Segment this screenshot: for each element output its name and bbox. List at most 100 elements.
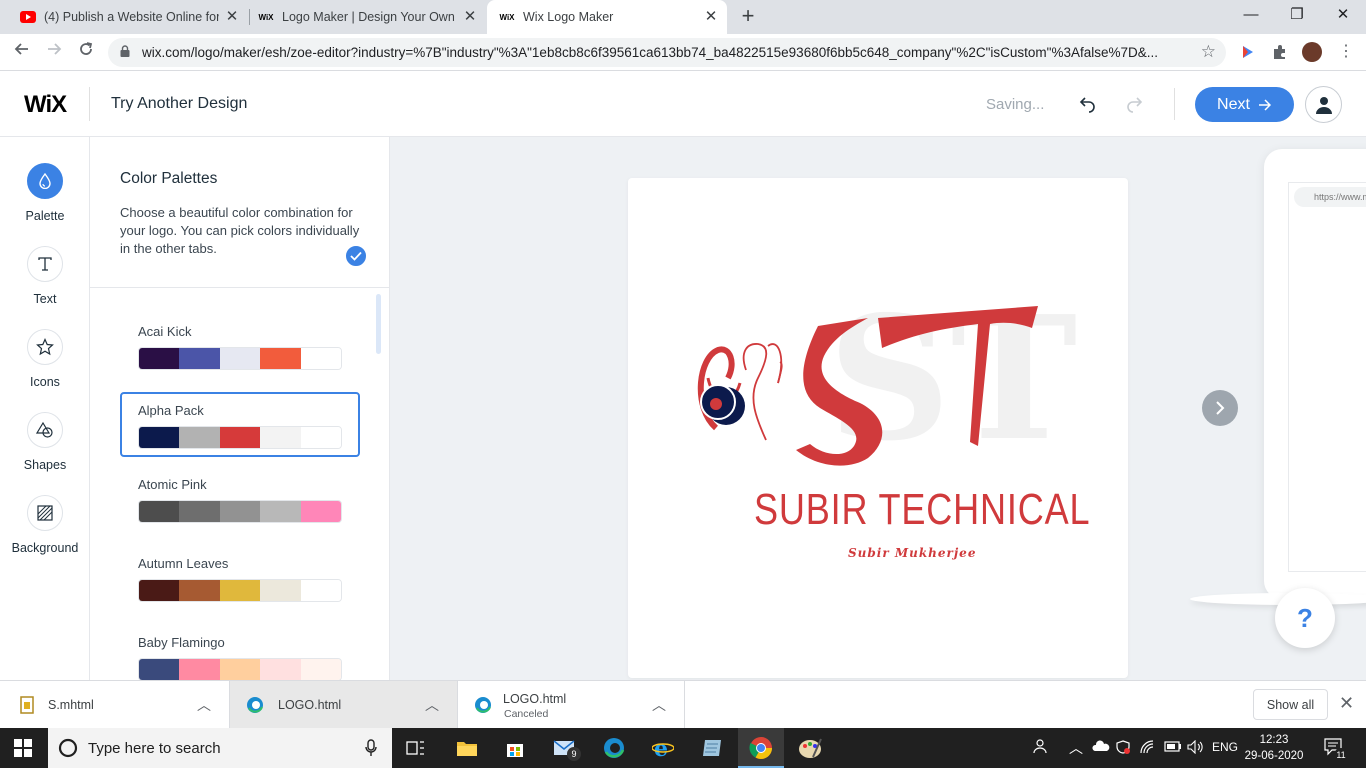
network-icon[interactable] — [1140, 740, 1154, 757]
redo-icon[interactable] — [1124, 93, 1144, 119]
back-button[interactable] — [10, 40, 34, 64]
logo-preview-card[interactable]: ST SUBIR TECHNICAL Subir Mukherjee — [628, 178, 1128, 678]
palette-option-selected[interactable]: Alpha Pack — [120, 392, 360, 457]
palette-option[interactable]: Baby Flamingo — [120, 628, 360, 680]
edge-icon — [247, 697, 263, 713]
battery-icon[interactable] — [1164, 740, 1182, 755]
onedrive-icon[interactable] — [1092, 740, 1110, 755]
color-swatch — [300, 659, 341, 680]
close-tab-icon[interactable]: ✕ — [703, 9, 719, 25]
logo-graphic: ST — [697, 279, 1077, 478]
forward-arrow-icon — [48, 43, 62, 55]
rail-item-icons[interactable]: Icons — [0, 329, 90, 399]
panel-scrollbar[interactable] — [376, 294, 381, 354]
internet-explorer-icon[interactable]: e — [651, 736, 675, 760]
tools-rail: Palette Text Icons Shapes Background — [0, 137, 90, 680]
laptop-mockup-preview[interactable]: https://www.m — [1264, 149, 1366, 599]
bookmark-star-icon[interactable]: ☆ — [1201, 42, 1216, 62]
address-bar[interactable]: wix.com/logo/maker/esh/zoe-editor?indust… — [108, 38, 1226, 67]
people-icon[interactable] — [1032, 738, 1048, 757]
palette-swatches — [138, 426, 342, 449]
rail-item-shapes[interactable]: Shapes — [0, 412, 90, 482]
profile-avatar[interactable] — [1302, 42, 1322, 62]
next-button-label: Next — [1217, 95, 1250, 113]
close-downloads-icon[interactable]: ✕ — [1339, 693, 1354, 714]
try-another-design-link[interactable]: Try Another Design — [111, 95, 247, 113]
windows-start-icon[interactable] — [14, 739, 32, 757]
reload-icon — [80, 42, 93, 55]
tab-logo-maker[interactable]: WiX Logo Maker | Design Your Own B ✕ — [250, 0, 486, 34]
color-swatch — [219, 580, 261, 601]
edge-taskbar-icon[interactable] — [602, 736, 626, 760]
new-tab-button[interactable]: + — [737, 5, 759, 27]
browser-menu-icon[interactable]: ⋮ — [1338, 42, 1354, 62]
minimize-button[interactable]: — — [1228, 0, 1274, 34]
rail-item-text[interactable]: Text — [0, 246, 90, 316]
system-clock[interactable]: 12:23 29-06-2020 — [1244, 732, 1304, 764]
paint-icon[interactable] — [798, 736, 822, 760]
rail-item-background[interactable]: Background — [0, 495, 90, 565]
chrome-taskbar-button[interactable] — [738, 728, 784, 768]
user-icon — [1315, 96, 1332, 114]
input-language[interactable]: ENG — [1212, 740, 1238, 754]
background-icon — [27, 495, 63, 531]
restore-button[interactable]: ❐ — [1274, 0, 1320, 34]
tab-youtube[interactable]: (4) Publish a Website Online for F ✕ — [12, 0, 248, 34]
close-tab-icon[interactable]: ✕ — [462, 9, 478, 25]
store-icon[interactable] — [503, 736, 527, 760]
defender-icon[interactable] — [1116, 740, 1130, 757]
reload-button[interactable] — [74, 40, 98, 64]
next-preview-button[interactable] — [1202, 390, 1238, 426]
notification-count: 11 — [1334, 748, 1348, 762]
microphone-icon[interactable] — [365, 739, 377, 757]
task-view-icon[interactable] — [404, 736, 428, 760]
lock-icon — [120, 45, 130, 57]
palette-option[interactable]: Autumn Leaves — [120, 549, 360, 615]
file-explorer-icon[interactable] — [455, 736, 479, 760]
palette-swatches — [138, 347, 342, 370]
palette-option[interactable]: Atomic Pink — [120, 470, 360, 536]
wix-logo[interactable]: WiX — [24, 91, 67, 119]
close-tab-icon[interactable]: ✕ — [224, 9, 240, 25]
chevron-up-icon[interactable]: ︿ — [652, 695, 666, 715]
next-button[interactable]: Next — [1195, 87, 1294, 122]
extension-icon[interactable] — [1238, 42, 1258, 62]
color-swatch — [219, 427, 261, 448]
close-window-button[interactable]: ✕ — [1320, 0, 1366, 34]
logo-company-name: SUBIR TECHNICAL — [754, 485, 1091, 534]
action-center-icon[interactable]: 11 — [1322, 736, 1348, 762]
tab-wix-logo-maker[interactable]: WiX Wix Logo Maker ✕ — [487, 0, 727, 34]
help-button[interactable]: ? — [1275, 588, 1335, 648]
extensions-puzzle-icon[interactable] — [1270, 42, 1290, 62]
download-item[interactable]: LOGO.html ︿ — [230, 681, 458, 729]
mockup-screen — [1288, 182, 1366, 572]
windows-taskbar: Type here to search 9 e ︿ ENG 12:23 29-0… — [0, 728, 1366, 768]
color-swatch — [260, 348, 301, 369]
download-item[interactable]: LOGO.html Canceled ︿ — [458, 681, 685, 729]
color-swatch — [260, 501, 301, 522]
show-all-button[interactable]: Show all — [1253, 689, 1328, 720]
download-item[interactable]: S.mhtml ︿ — [0, 681, 230, 729]
color-swatch — [260, 580, 301, 601]
undo-icon[interactable] — [1078, 93, 1098, 119]
color-swatch — [139, 348, 180, 369]
rail-label: Palette — [25, 209, 65, 223]
notepad-icon[interactable] — [700, 736, 724, 760]
user-account-button[interactable] — [1305, 86, 1342, 123]
forward-button[interactable] — [42, 40, 66, 64]
palette-option[interactable]: Acai Kick — [120, 317, 360, 383]
chevron-up-icon[interactable]: ︿ — [425, 695, 439, 715]
tab-title: Logo Maker | Design Your Own B — [282, 10, 457, 24]
show-hidden-icons-chevron-icon[interactable]: ︿ — [1069, 738, 1083, 758]
mail-icon[interactable]: 9 — [553, 736, 581, 761]
taskbar-search-box[interactable]: Type here to search — [48, 728, 392, 768]
download-filename: LOGO.html — [278, 698, 342, 712]
rail-label: Text — [33, 292, 57, 306]
color-swatch — [260, 659, 301, 680]
color-swatch — [300, 501, 341, 522]
selected-check-icon — [344, 244, 368, 268]
clock-time: 12:23 — [1259, 734, 1289, 746]
chevron-up-icon[interactable]: ︿ — [197, 695, 211, 715]
volume-icon[interactable] — [1187, 739, 1205, 757]
rail-item-palette[interactable]: Palette — [0, 163, 90, 233]
